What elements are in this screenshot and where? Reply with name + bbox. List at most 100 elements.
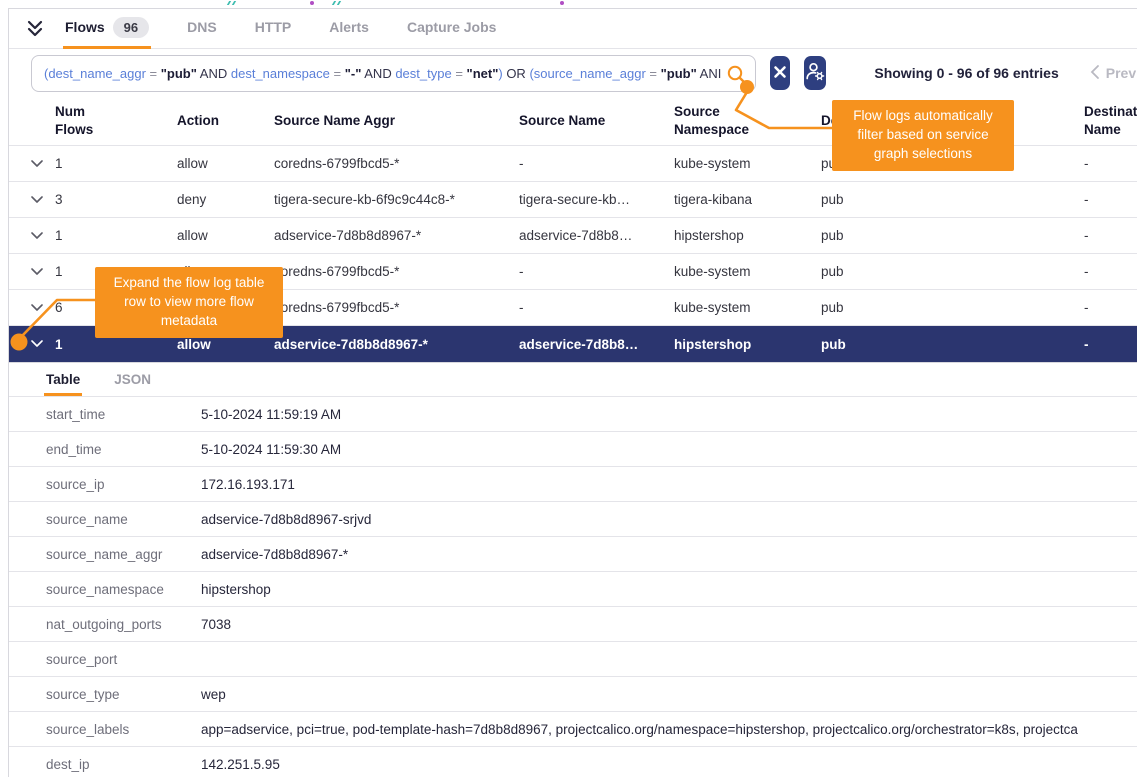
graph-edge-fragment bbox=[332, 1, 341, 5]
detail-row: source_typewep bbox=[9, 677, 1137, 712]
tab-label: Flows bbox=[65, 19, 105, 35]
detail-key: start_time bbox=[9, 407, 201, 422]
detail-value: adservice-7d8b8d8967-* bbox=[201, 547, 1137, 562]
cell-source-name: - bbox=[519, 300, 674, 315]
column-header: Action bbox=[177, 112, 274, 130]
detail-key: source_ip bbox=[9, 477, 201, 492]
detail-row: source_ip172.16.193.171 bbox=[9, 467, 1137, 502]
cell-source-name-aggr: tigera-secure-kb-6f9c9c44c8-* bbox=[274, 192, 519, 207]
x-icon bbox=[770, 62, 790, 85]
entries-count: Showing 0 - 96 of 96 entries bbox=[874, 65, 1058, 81]
column-header: Source Namespace bbox=[674, 103, 766, 138]
tab-json-label: JSON bbox=[114, 372, 151, 387]
flow-row[interactable]: 1allowadservice-7d8b8d8967-*adservice-7d… bbox=[9, 218, 1137, 254]
column-header: Num Flows bbox=[55, 103, 107, 138]
cell-destination-name: - bbox=[1084, 156, 1137, 171]
detail-value: 172.16.193.171 bbox=[201, 477, 1137, 492]
detail-key: source_namespace bbox=[9, 582, 201, 597]
cell-action: allow bbox=[177, 228, 274, 243]
filter-annotation-tooltip: Flow logs automatically filter based on … bbox=[832, 100, 1014, 171]
prev-button[interactable]: Prev bbox=[1106, 65, 1136, 81]
cell-source-namespace: tigera-kibana bbox=[674, 192, 821, 207]
row-expand-icon[interactable] bbox=[31, 232, 55, 240]
user-settings-button[interactable] bbox=[804, 56, 826, 90]
cell-dest-name-aggr: pub bbox=[821, 264, 1084, 279]
tab-http[interactable]: HTTP bbox=[253, 9, 294, 49]
detail-row: source_name_aggradservice-7d8b8d8967-* bbox=[9, 537, 1137, 572]
detail-row: end_time5-10-2024 11:59:30 AM bbox=[9, 432, 1137, 467]
tab-label: HTTP bbox=[255, 19, 292, 35]
expand-annotation-tooltip: Expand the flow log table row to view mo… bbox=[95, 267, 283, 338]
detail-key: source_name_aggr bbox=[9, 547, 201, 562]
query-token: AND bbox=[361, 66, 395, 81]
column-header: Destination Name bbox=[1084, 103, 1137, 138]
query-token: AND bbox=[197, 66, 231, 81]
detail-row: nat_outgoing_ports7038 bbox=[9, 607, 1137, 642]
cell-dest-name-aggr: pub bbox=[821, 192, 1084, 207]
flow-row[interactable]: 3denytigera-secure-kb-6f9c9c44c8-*tigera… bbox=[9, 182, 1137, 218]
cell-source-name-aggr: coredns-6799fbcd5-* bbox=[274, 300, 519, 315]
cell-dest-name-aggr: pub bbox=[821, 300, 1084, 315]
clear-filter-button[interactable] bbox=[770, 56, 790, 90]
user-gear-icon bbox=[804, 61, 826, 85]
cell-num-flows: 3 bbox=[55, 192, 177, 207]
query-token: OR bbox=[503, 66, 530, 81]
tab-flows[interactable]: Flows 96 bbox=[63, 9, 151, 49]
row-expand-icon[interactable] bbox=[31, 268, 55, 276]
detail-key: source_labels bbox=[9, 722, 201, 737]
tab-label: DNS bbox=[187, 19, 217, 35]
cell-action: allow bbox=[177, 337, 274, 352]
row-expand-icon[interactable] bbox=[31, 304, 55, 312]
search-icon[interactable] bbox=[726, 64, 747, 90]
cell-destination-name: - bbox=[1084, 300, 1137, 315]
cell-source-name: - bbox=[519, 264, 674, 279]
cell-num-flows: 1 bbox=[55, 337, 177, 352]
filter-query-input[interactable]: (dest_name_aggr = "pub" AND dest_namespa… bbox=[31, 55, 756, 92]
cell-source-namespace: kube-system bbox=[674, 264, 821, 279]
tab-json[interactable]: JSON bbox=[112, 366, 153, 396]
collapse-panel-icon[interactable] bbox=[23, 19, 47, 39]
column-header: Source Name bbox=[519, 112, 674, 130]
cell-num-flows: 1 bbox=[55, 228, 177, 243]
detail-row: dest_ip142.251.5.95 bbox=[9, 747, 1137, 777]
cell-source-namespace: hipstershop bbox=[674, 228, 821, 243]
query-token: = bbox=[646, 66, 661, 81]
cell-source-name: adservice-7d8b8… bbox=[519, 337, 674, 352]
flow-detail-section: Table JSON start_time5-10-2024 11:59:19 … bbox=[9, 362, 1137, 777]
detail-value: hipstershop bbox=[201, 582, 1137, 597]
service-graph-edge-strip bbox=[0, 0, 1137, 8]
filter-query-text[interactable]: (dest_name_aggr = "pub" AND dest_namespa… bbox=[44, 66, 721, 81]
tab-dns[interactable]: DNS bbox=[185, 9, 219, 49]
query-token: "-" bbox=[345, 66, 362, 81]
cell-source-name-aggr: coredns-6799fbcd5-* bbox=[274, 264, 519, 279]
tab-alerts[interactable]: Alerts bbox=[327, 9, 371, 49]
cell-source-name: - bbox=[519, 156, 674, 171]
tab-table-label: Table bbox=[46, 372, 80, 387]
query-token: dest_namespace bbox=[231, 66, 330, 81]
row-expand-icon[interactable] bbox=[31, 196, 55, 204]
prev-icon[interactable] bbox=[1089, 64, 1100, 83]
query-token: dest_type bbox=[395, 66, 451, 81]
cell-source-name-aggr: adservice-7d8b8d8967-* bbox=[274, 228, 519, 243]
tab-label: Alerts bbox=[329, 19, 369, 35]
cell-destination-name: - bbox=[1084, 337, 1137, 352]
tab-capture-jobs[interactable]: Capture Jobs bbox=[405, 9, 498, 49]
cell-source-namespace: kube-system bbox=[674, 300, 821, 315]
row-expand-icon[interactable] bbox=[31, 160, 55, 168]
cell-source-namespace: kube-system bbox=[674, 156, 821, 171]
tab-table[interactable]: Table bbox=[44, 366, 82, 396]
filter-row: (dest_name_aggr = "pub" AND dest_namespa… bbox=[9, 49, 1137, 97]
row-expand-icon[interactable] bbox=[31, 340, 55, 348]
query-token: = bbox=[452, 66, 467, 81]
query-token: "pub" bbox=[661, 66, 697, 81]
detail-key: nat_outgoing_ports bbox=[9, 617, 201, 632]
tab-count-badge: 96 bbox=[113, 17, 149, 38]
detail-key: source_type bbox=[9, 687, 201, 702]
detail-value: 142.251.5.95 bbox=[201, 757, 1137, 772]
cell-dest-name-aggr: pub bbox=[821, 228, 1084, 243]
graph-node-fragment bbox=[560, 1, 564, 5]
query-token: = bbox=[330, 66, 345, 81]
cell-source-name: tigera-secure-kb… bbox=[519, 192, 674, 207]
detail-tabbar: Table JSON bbox=[9, 363, 1137, 397]
cell-destination-name: - bbox=[1084, 228, 1137, 243]
